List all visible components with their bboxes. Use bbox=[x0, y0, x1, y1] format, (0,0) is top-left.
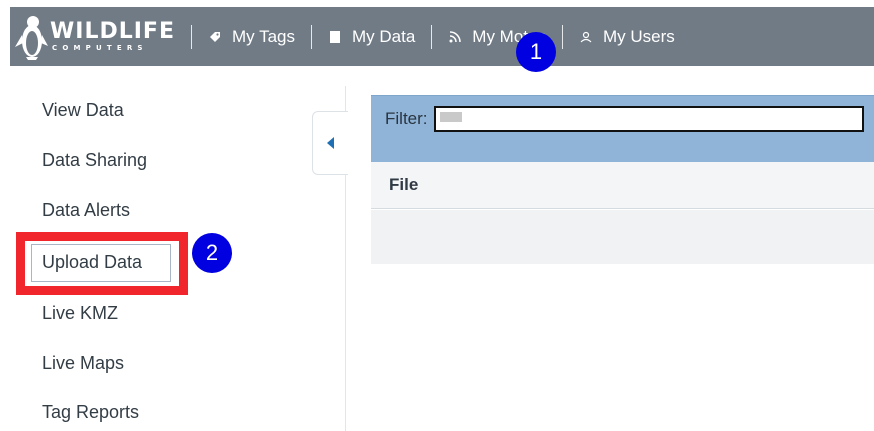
penguin-logo-icon bbox=[15, 15, 48, 60]
tag-icon bbox=[208, 31, 222, 43]
filter-input[interactable] bbox=[433, 106, 864, 132]
user-icon bbox=[579, 31, 593, 43]
sidebar-item-upload-data[interactable]: Upload Data bbox=[42, 252, 142, 273]
nav-separator bbox=[431, 24, 433, 49]
table-header: File bbox=[371, 162, 874, 209]
sidebar-item-view-data[interactable]: View Data bbox=[42, 100, 124, 121]
filter-input-wrapper bbox=[433, 106, 864, 142]
nav-item-label: My Data bbox=[352, 26, 416, 46]
nav-item-my-tags[interactable]: My Tags bbox=[194, 7, 309, 66]
sidebar-collapse-button[interactable] bbox=[312, 111, 348, 175]
nav-separator bbox=[561, 24, 563, 49]
annotation-badge-1: 1 bbox=[516, 32, 556, 72]
nav-separator bbox=[191, 24, 192, 49]
sidebar-item-live-kmz[interactable]: Live KMZ bbox=[42, 303, 118, 324]
nav-item-label: My Users bbox=[602, 26, 675, 46]
sidebar-item-data-sharing[interactable]: Data Sharing bbox=[42, 150, 147, 171]
annotation-badge-2: 2 bbox=[192, 233, 232, 273]
sidebar-item-tag-reports[interactable]: Tag Reports bbox=[42, 402, 139, 423]
caret-left-icon bbox=[327, 137, 334, 149]
brand-subtitle: COMPUTERS bbox=[52, 44, 148, 52]
data-icon bbox=[328, 30, 342, 43]
brand-name: WILDLIFE bbox=[50, 19, 175, 44]
table-row bbox=[371, 210, 874, 264]
wildlife-computers-logo[interactable]: WILDLIFE COMPUTERS bbox=[14, 7, 175, 66]
rss-icon bbox=[448, 30, 462, 43]
filter-bar: Filter: bbox=[371, 95, 874, 162]
nav-item-label: My Tags bbox=[232, 26, 295, 46]
filter-label: Filter: bbox=[385, 109, 428, 128]
sidebar-item-live-maps[interactable]: Live Maps bbox=[42, 353, 124, 374]
nav-separator bbox=[311, 24, 312, 49]
nav-item-my-users[interactable]: My Users bbox=[565, 7, 689, 66]
nav-item-my-data[interactable]: My Data bbox=[314, 7, 429, 66]
top-navigation-bar: WILDLIFE COMPUTERS My Tags My Data My Mo… bbox=[10, 7, 874, 66]
sidebar-item-data-alerts[interactable]: Data Alerts bbox=[42, 200, 130, 221]
column-header-file[interactable]: File bbox=[389, 175, 418, 195]
